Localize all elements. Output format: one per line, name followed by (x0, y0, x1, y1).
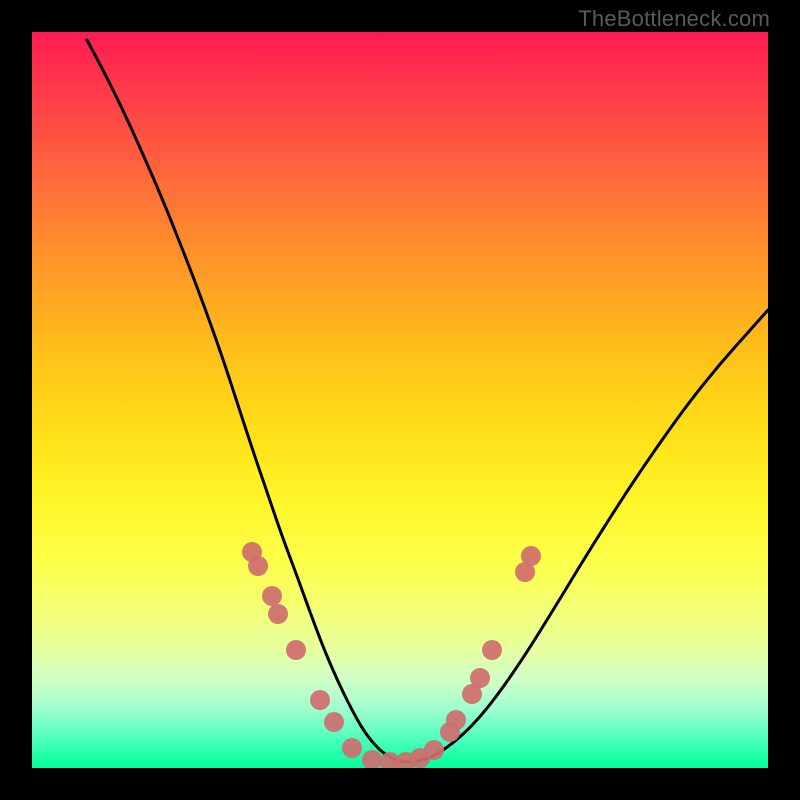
bottleneck-curve-path (87, 40, 768, 762)
marker-dot (482, 640, 502, 660)
marker-dot (362, 750, 382, 768)
marker-dot (286, 640, 306, 660)
marker-dot (470, 668, 490, 688)
plot-area (32, 32, 768, 768)
chart-svg (32, 32, 768, 768)
chart-frame: { "watermark": "TheBottleneck.com", "cha… (0, 0, 800, 800)
marker-dot (310, 690, 330, 710)
marker-dot (424, 740, 444, 760)
marker-dot (521, 546, 541, 566)
marker-dot (248, 556, 268, 576)
curve-line (87, 40, 768, 762)
marker-dot (446, 710, 466, 730)
marker-dots-group (242, 542, 541, 768)
marker-dot (324, 712, 344, 732)
marker-dot (268, 604, 288, 624)
marker-dot (262, 586, 282, 606)
marker-dot (342, 738, 362, 758)
watermark-text: TheBottleneck.com (578, 6, 770, 32)
